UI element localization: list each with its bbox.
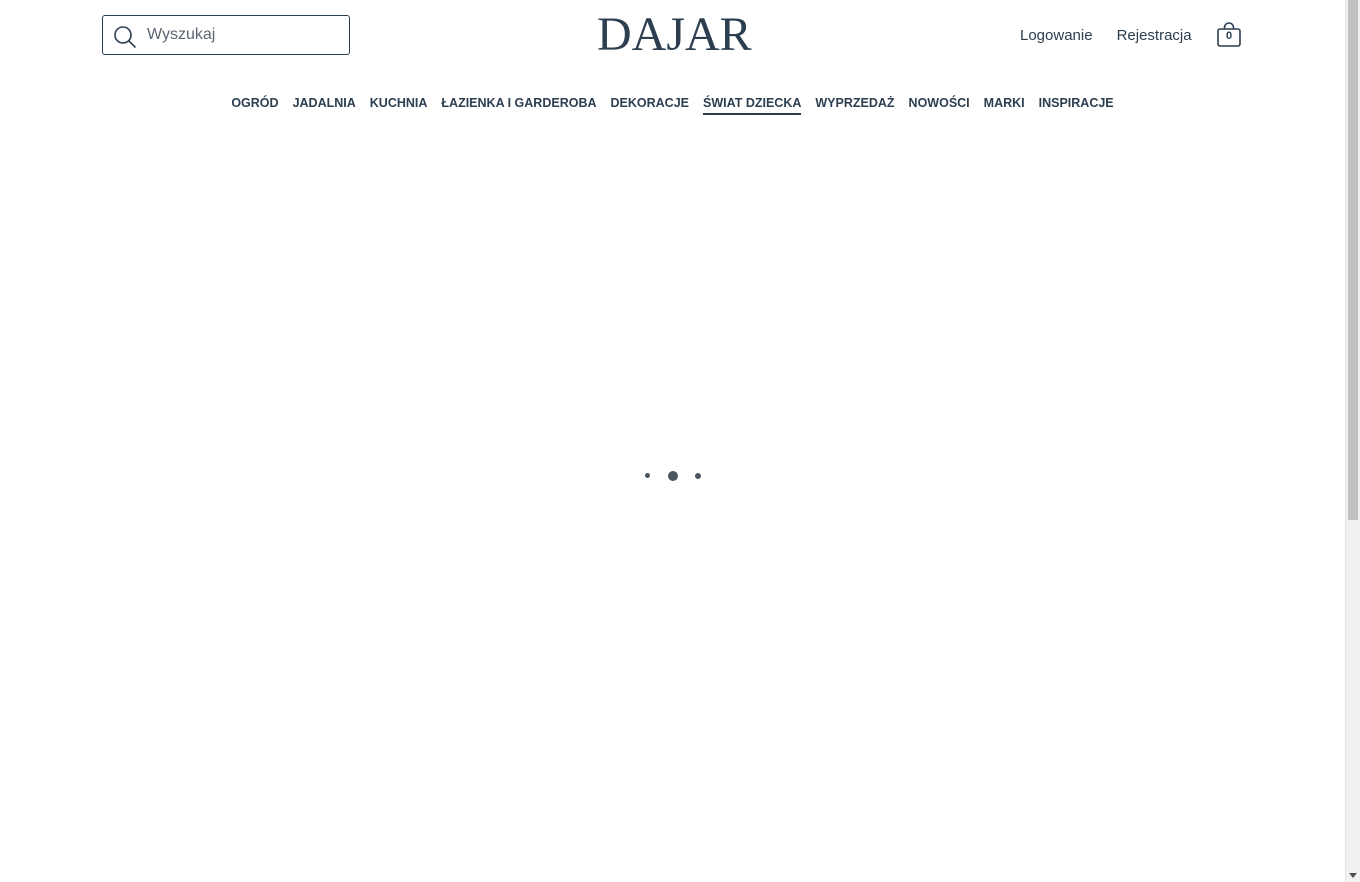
nav-item-dekoracje[interactable]: DEKORACJE: [611, 94, 690, 115]
cart-count-badge: 0: [1225, 30, 1233, 42]
loader-dot: [695, 473, 701, 479]
loader-dot: [668, 471, 678, 481]
account-links: Logowanie Rejestracja: [1020, 26, 1216, 46]
nav-item-wyprzedaz[interactable]: WYPRZEDAŻ: [815, 94, 894, 115]
nav-item-jadalnia[interactable]: JADALNIA: [293, 94, 356, 115]
register-link[interactable]: Rejestracja: [1117, 26, 1192, 46]
search-box[interactable]: [102, 15, 350, 55]
main-navigation: OGRÓD JADALNIA KUCHNIA ŁAZIENKA I GARDER…: [0, 94, 1345, 115]
search-icon[interactable]: [113, 25, 137, 49]
scrollbar-thumb[interactable]: [1348, 0, 1358, 520]
login-link[interactable]: Logowanie: [1020, 26, 1093, 46]
nav-item-nowosci[interactable]: NOWOŚCI: [909, 94, 970, 115]
site-logo[interactable]: DAJAR: [597, 10, 752, 60]
page: DAJAR Logowanie Rejestracja 0 OGRÓD JADA…: [0, 0, 1345, 882]
nav-item-lazienka-i-garderoba[interactable]: ŁAZIENKA I GARDEROBA: [441, 94, 596, 115]
cart-button[interactable]: 0: [1216, 22, 1242, 48]
loading-indicator: [640, 466, 706, 486]
scroll-down-arrow-icon[interactable]: [1349, 873, 1357, 878]
nav-item-inspiracje[interactable]: INSPIRACJE: [1039, 94, 1114, 115]
loader-dot: [645, 473, 650, 478]
nav-item-ogrod[interactable]: OGRÓD: [231, 94, 278, 115]
page-scrollbar[interactable]: [1345, 0, 1360, 882]
nav-item-marki[interactable]: MARKI: [984, 94, 1025, 115]
nav-item-swiat-dziecka[interactable]: ŚWIAT DZIECKA: [703, 94, 802, 115]
search-input[interactable]: [147, 16, 342, 54]
nav-item-kuchnia[interactable]: KUCHNIA: [370, 94, 428, 115]
